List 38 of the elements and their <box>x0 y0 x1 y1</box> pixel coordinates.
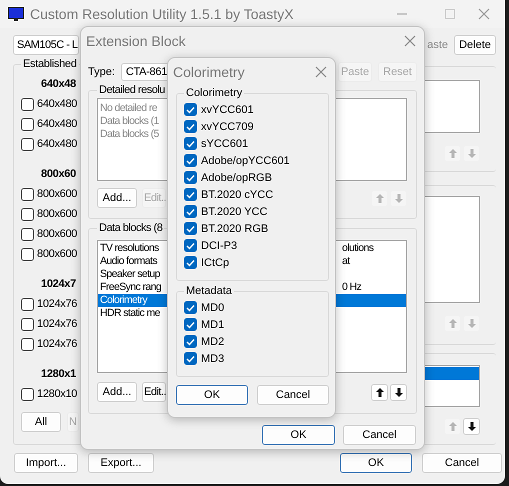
checkbox-label: DCI-P3 <box>201 240 238 252</box>
window-title: Colorimetry <box>173 64 245 80</box>
checkbox-label: 640x480 <box>37 118 78 130</box>
section-header: 640x48 <box>41 77 76 92</box>
checkbox-label: 1280x10 <box>37 388 78 400</box>
checkbox-label: xvYCC601 <box>201 104 254 116</box>
checkbox-label: BT.2020 YCC <box>201 206 268 218</box>
checkbox-label: ICtCp <box>201 256 230 268</box>
checkbox-label: 800x600 <box>37 188 78 200</box>
group-label: Detailed resolu <box>98 84 166 96</box>
checkbox-label: 1024x76 <box>37 338 78 350</box>
checkbox-label: 800x600 <box>37 208 78 220</box>
checkbox-label: xvYCC709 <box>201 120 254 132</box>
checkbox-label: BT.2020 cYCC <box>201 188 274 200</box>
checkbox-label: 800x600 <box>37 228 78 240</box>
group-label: Established <box>22 58 78 70</box>
checkbox-label: 640x480 <box>37 138 78 150</box>
window-title: Extension Block <box>86 33 186 49</box>
checkbox-label: 1024x76 <box>37 298 78 310</box>
section-header: 1280x1 <box>41 367 76 382</box>
group-label: Colorimetry <box>185 87 244 99</box>
checkbox-label: 1024x76 <box>37 318 78 330</box>
checkbox-label: sYCC601 <box>201 138 248 150</box>
checkbox-label: MD0 <box>201 302 224 314</box>
section-header: 800x60 <box>41 167 76 182</box>
checkbox-label: 800x600 <box>37 248 78 260</box>
section-header: 1024x7 <box>41 277 76 292</box>
checkbox-label: MD3 <box>201 352 224 364</box>
type-label: Type: <box>88 66 115 78</box>
checkbox-label: Adobe/opRGB <box>201 172 272 184</box>
window-title: Custom Resolution Utility 1.5.1 by ToastyX <box>30 6 294 22</box>
group-label: Metadata <box>185 285 233 297</box>
checkbox-label: BT.2020 RGB <box>201 222 268 234</box>
checkbox-label: MD2 <box>201 336 224 348</box>
checkbox-label: 640x480 <box>37 98 78 110</box>
checkbox-label: MD1 <box>201 318 224 330</box>
checkbox-label: Adobe/opYCC601 <box>201 154 290 166</box>
group-label: Data blocks (8 <box>98 222 164 234</box>
